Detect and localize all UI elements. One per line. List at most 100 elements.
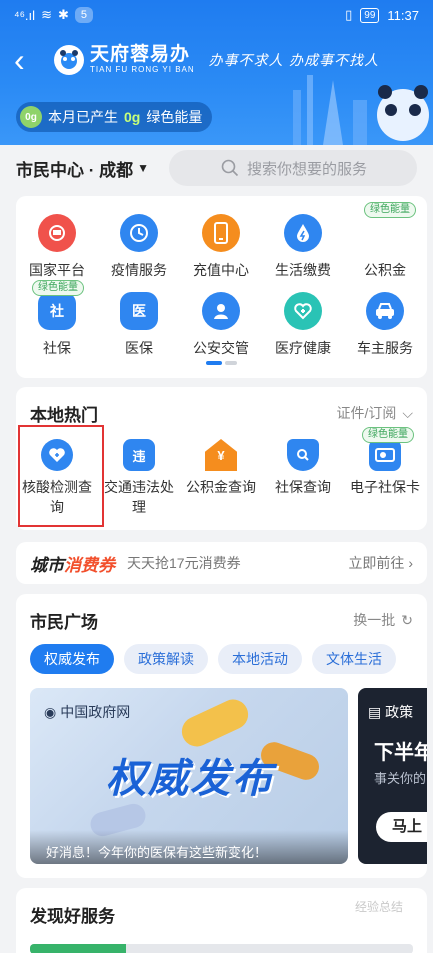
services-grid: 国家平台 疫情服务 充值中心 生活缴费 绿色能量 公积金 绿色能量 社 社保 医… [16,196,427,378]
coupon-logo-b: 消费券 [64,555,115,575]
service-recharge[interactable]: 充值中心 [180,214,262,280]
highlight-box [18,425,104,527]
search-placeholder: 搜索你想要的服务 [247,160,368,178]
drop-icon [284,214,322,252]
service-health[interactable]: 医疗健康 [262,292,344,358]
status-bar: ⁴⁶.ıl ≋ ✱ 5 ▯ 99 11:37 [0,0,433,30]
news-banner[interactable]: ◉ 中国政府网 权威发布 好消息！今年你的医保有这些新变化！ [30,688,348,864]
signal-icon: ⁴⁶.ıl [14,7,36,23]
service-car-owner[interactable]: 车主服务 [344,292,426,358]
city-label: 市民中心 · 成都 [16,160,134,180]
news-source: ◉ 中国政府网 [44,702,130,722]
globe-icon: ◉ [44,703,57,720]
page-indicator [206,361,237,365]
chevron-right-icon: › [408,555,413,571]
app-name: 天府蓉易办 [90,44,191,65]
doc-icon: ▤ [368,704,382,720]
service-social-security[interactable]: 绿色能量 社 社保 [16,280,98,358]
city-selector[interactable]: 市民中心 · 成都 ▼ [16,156,149,181]
vibrate-icon: ▯ [345,7,353,22]
service-label: 充值中心 [193,262,249,278]
wifi-icon: ≋ [41,7,52,22]
news-banner-2[interactable]: ▤ 政策 下半年 事关你的 马上 [358,688,427,864]
service-label: 社保 [43,340,71,356]
hot-social-security-query[interactable]: 社保查询 [262,439,344,517]
notification-count: 5 [74,7,93,23]
discover-progress [30,944,413,953]
violation-glyph: 违 [132,448,146,464]
chevron-down-icon: ⌵ [402,404,413,421]
bluetooth-icon: ✱ [57,7,69,22]
hot-label: 交通违法处理 [104,479,174,515]
tab-policy[interactable]: 政策解读 [124,644,208,674]
fund-icon [366,214,404,252]
news-tag-label: 政策 [385,704,414,720]
section-title: 发现好服务 [30,907,115,926]
service-label: 疫情服务 [111,262,167,278]
discover-section: 发现好服务 经验总结 [16,888,427,953]
tab-culture[interactable]: 文体生活 [312,644,396,674]
coupon-logo: 城市消费券 [30,551,115,576]
news-source-label: 中国政府网 [60,704,131,720]
news-caption: 好消息！今年你的医保有这些新变化！ [30,830,348,864]
app-logo: 天府蓉易办 TIAN FU RONG YI BAN [54,45,195,75]
search-shield-icon [287,439,319,471]
clock-icon [120,214,158,252]
watermark: 经验总结 [354,900,403,914]
panda-logo-icon [54,45,84,75]
news-headline: 权威发布 [106,757,274,801]
refresh-button[interactable]: 换一批 ↻ [353,610,413,630]
police-icon [202,292,240,330]
service-epidemic[interactable]: 疫情服务 [98,214,180,280]
credentials-subscription-link[interactable]: 证件/订阅 ⌵ [336,403,413,423]
energy-leaf-icon: 0g [20,106,42,128]
card-icon [369,439,401,471]
service-label: 公积金 [364,262,406,278]
service-label: 医保 [125,340,153,356]
service-label: 公安交管 [193,340,249,356]
service-police-traffic[interactable]: 公安交管 [180,292,262,358]
health-icon [284,292,322,330]
refresh-icon: ↻ [401,611,413,628]
hot-fund-query[interactable]: ¥ 公积金查询 [180,439,262,517]
section-title: 本地热门 [30,406,98,425]
green-energy-pill[interactable]: 0g 本月已产生 0g 绿色能量 [16,102,213,132]
search-icon [221,159,239,177]
service-label: 车主服务 [357,340,413,356]
citizen-plaza-section: 市民广场 换一批 ↻ 权威发布 政策解读 本地活动 文体生活 ◉ 中国政府网 权威… [16,594,427,878]
page-dot-active [206,361,222,365]
hot-label: 电子社保卡 [350,479,420,495]
service-national-platform[interactable]: 国家平台 [16,214,98,280]
page-dot [225,361,237,365]
shebao-glyph: 社 [50,303,64,319]
green-energy-badge: 绿色能量 [364,202,416,218]
back-button[interactable]: ‹ [14,44,54,76]
energy-prefix: 本月已产生 [48,109,118,125]
tab-local-events[interactable]: 本地活动 [218,644,302,674]
service-utility-payment[interactable]: 生活缴费 [262,214,344,280]
service-housing-fund[interactable]: 绿色能量 公积金 [344,202,426,280]
service-medical-insurance[interactable]: 医 医保 [98,292,180,358]
search-input[interactable]: 搜索你想要的服务 [169,150,417,186]
coupon-logo-a: 城市 [30,555,64,575]
energy-suffix: 绿色能量 [146,109,203,125]
yibao-glyph: 医 [132,303,146,319]
hot-label: 社保查询 [275,479,331,495]
hot-e-social-card[interactable]: 绿色能量 电子社保卡 [344,427,426,517]
news-action-button[interactable]: 马上 [376,812,427,842]
energy-value: 0g [124,109,141,125]
news-tag: ▤ 政策 [368,702,413,722]
hot-traffic-violation[interactable]: 违 交通违法处理 [98,439,180,517]
service-label: 医疗健康 [275,340,331,356]
app-pinyin: TIAN FU RONG YI BAN [90,65,195,74]
link-label: 证件/订阅 [336,405,397,421]
tab-authoritative[interactable]: 权威发布 [30,644,114,674]
service-label: 国家平台 [29,262,85,278]
house-yuan-icon: ¥ [205,439,237,471]
city-coupon-bar[interactable]: 城市消费券 天天抢17元消费券 立即前往 › [16,542,427,584]
header-banner: ⁴⁶.ıl ≋ ✱ 5 ▯ 99 11:37 ‹ 天府蓉易办 TIAN FU R… [0,0,433,145]
phone-icon [202,214,240,252]
shebao-icon: 社 [38,292,76,330]
yibao-icon: 医 [120,292,158,330]
coupon-go-link[interactable]: 立即前往 › [348,553,413,573]
